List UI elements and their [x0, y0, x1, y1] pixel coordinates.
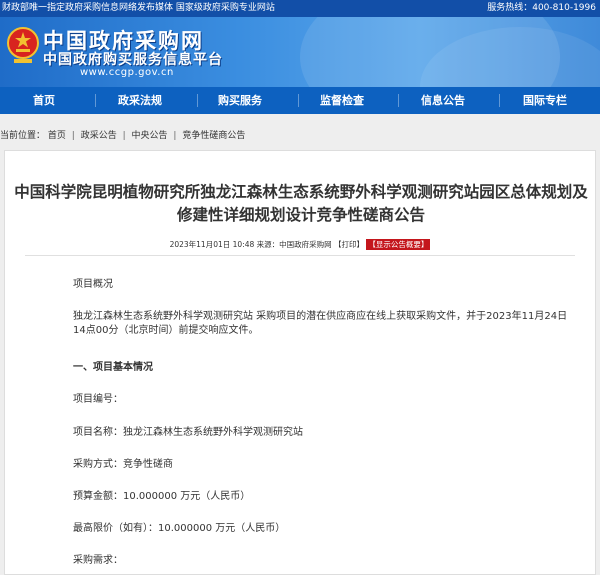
article-panel: 中国科学院昆明植物研究所独龙江森林生态系统野外科学观测研究站园区总体规划及修建性… [4, 150, 596, 575]
overview-text: 独龙江森林生态系统野外科学观测研究站 采购项目的潜在供应商应在线上获取采购文件，… [73, 311, 568, 336]
main-nav: 首页 政采法规 购买服务 监督检查 信息公告 国际专栏 [0, 87, 600, 114]
procurement-method: 采购方式：竞争性磋商 [73, 459, 173, 470]
section-overview-heading: 项目概况 [73, 279, 113, 290]
print-link[interactable]: 【打印】 [334, 240, 364, 249]
nav-item-home[interactable]: 首页 [14, 87, 74, 114]
top-info-bar: 财政部唯一指定政府采购信息网络发布媒体 国家级政府采购专业网站 服务热线：400… [0, 0, 600, 17]
show-summary-button[interactable]: 【显示公告概要】 [366, 239, 431, 250]
budget-amount: 预算金额：10.000000 万元（人民币） [73, 491, 251, 502]
site-url: www.ccgp.gov.cn [80, 67, 174, 78]
project-name: 项目名称：独龙江森林生态系统野外科学观测研究站 [73, 427, 303, 438]
article-meta: 2023年11月01日 10:48 来源：中国政府采购网 【打印】 【显示公告概… [5, 239, 595, 250]
nav-item-regulations[interactable]: 政采法规 [105, 87, 175, 114]
breadcrumb: 当前位置： 首页 | 政采公告 | 中央公告 | 竞争性磋商公告 [0, 129, 246, 143]
publish-date: 2023年11月01日 10:48 [169, 240, 255, 249]
page-title: 中国科学院昆明植物研究所独龙江森林生态系统野外科学观测研究站园区总体规划及修建性… [14, 183, 588, 224]
nav-item-announcements[interactable]: 信息公告 [408, 87, 478, 114]
breadcrumb-central-notices[interactable]: 中央公告 [132, 129, 168, 143]
procurement-requirements: 采购需求： [73, 555, 123, 566]
nav-item-international[interactable]: 国际专栏 [510, 87, 580, 114]
site-header: 中国政府采购网 中国政府购买服务信息平台 www.ccgp.gov.cn [0, 17, 600, 87]
breadcrumb-consultation-notices[interactable]: 竞争性磋商公告 [182, 129, 245, 143]
section-basic-info-heading: 一、项目基本情况 [73, 362, 153, 373]
breadcrumb-procurement-notices[interactable]: 政采公告 [81, 129, 117, 143]
breadcrumb-home[interactable]: 首页 [48, 129, 66, 143]
project-number: 项目编号： [73, 394, 123, 405]
service-hotline: 服务热线：400-810-1996 [487, 3, 596, 13]
divider [25, 255, 575, 256]
breadcrumb-prefix: 当前位置： [0, 131, 46, 141]
max-price: 最高限价（如有）：10.000000 万元（人民币） [73, 523, 286, 534]
site-slogan: 财政部唯一指定政府采购信息网络发布媒体 国家级政府采购专业网站 [2, 3, 275, 13]
article-source: 来源：中国政府采购网 [256, 240, 332, 249]
nav-item-services[interactable]: 购买服务 [205, 87, 275, 114]
nav-item-supervision[interactable]: 监督检查 [307, 87, 377, 114]
site-logo-subtitle: 中国政府购买服务信息平台 [43, 52, 223, 68]
national-emblem-icon [7, 27, 39, 63]
